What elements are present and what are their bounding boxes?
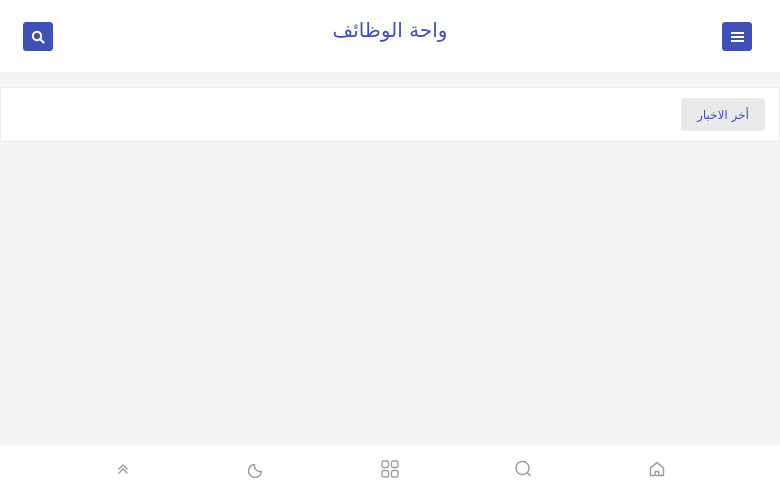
menu-button[interactable] [722, 22, 752, 51]
search-icon [515, 460, 531, 477]
grid-icon [381, 460, 399, 478]
home-button[interactable] [645, 457, 669, 481]
scroll-top-icon [118, 464, 128, 474]
home-icon [649, 461, 665, 477]
categories-button[interactable] [378, 457, 402, 481]
ticker-label: أخر الاخبار [681, 98, 765, 131]
scroll-top-button[interactable] [111, 457, 135, 481]
news-ticker: أخر الاخبار [0, 87, 780, 142]
bottom-navigation [0, 445, 780, 493]
dark-mode-icon [248, 463, 263, 478]
menu-icon [730, 31, 744, 42]
site-title[interactable]: واحة الوظائف [0, 18, 780, 42]
header-bar: واحة الوظائف [0, 0, 780, 72]
dark-mode-button[interactable] [245, 457, 269, 481]
nav-search-button[interactable] [511, 457, 535, 481]
